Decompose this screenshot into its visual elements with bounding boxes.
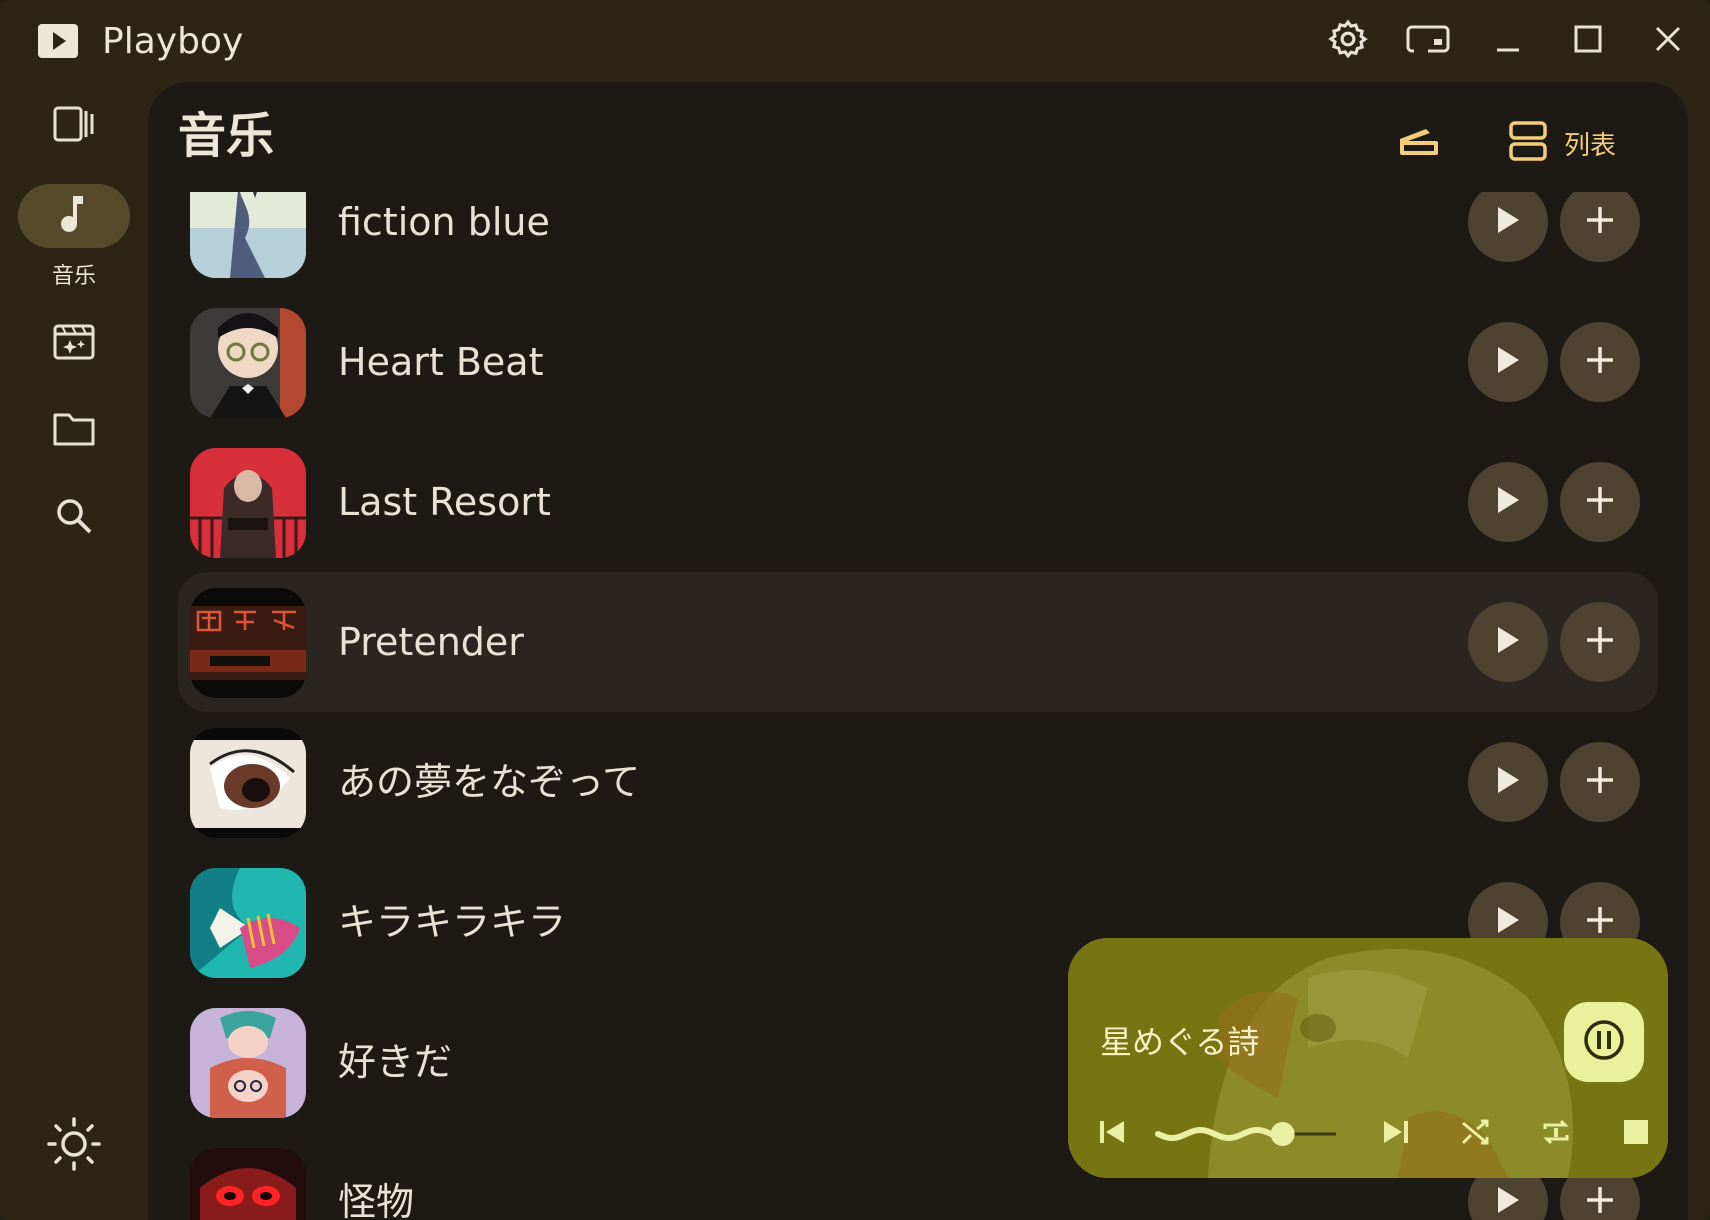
- app-window: Playboy 音乐 音乐 列表 fiction blue Heart Beat…: [0, 0, 1710, 1220]
- album-art: [190, 308, 306, 418]
- view-mode-label: 列表: [1564, 130, 1617, 161]
- play-icon: [1496, 906, 1520, 938]
- title-bar: Playboy: [0, 0, 1710, 82]
- add-to-queue-button[interactable]: [1560, 192, 1640, 262]
- shuffle-icon: [1459, 1115, 1493, 1153]
- song-title: Pretender: [338, 620, 524, 664]
- song-title: 好きだ: [338, 1040, 453, 1084]
- play-icon: [1496, 626, 1520, 658]
- stop-icon: [1622, 1118, 1650, 1150]
- now-playing-title: 星めぐる詩: [1100, 1023, 1260, 1061]
- add-to-queue-button[interactable]: [1560, 462, 1640, 542]
- maximize-button[interactable]: [1560, 16, 1616, 66]
- sidebar-item-search[interactable]: [18, 486, 130, 550]
- plus-icon: [1586, 766, 1614, 798]
- pause-circle-icon: [1582, 1018, 1626, 1066]
- mini-player[interactable]: 星めぐる詩: [1068, 938, 1668, 1178]
- gear-icon: [1326, 17, 1370, 65]
- progress-slider[interactable]: [1154, 1116, 1340, 1152]
- plus-icon: [1586, 486, 1614, 518]
- view-mode-button[interactable]: 列表: [1508, 114, 1616, 172]
- app-title: Playboy: [102, 21, 244, 62]
- play-song-button[interactable]: [1468, 742, 1548, 822]
- song-row[interactable]: Heart Beat: [178, 292, 1658, 432]
- plus-icon: [1586, 206, 1614, 238]
- page-title: 音乐: [178, 108, 275, 164]
- plus-icon: [1586, 906, 1614, 938]
- list-view-icon: [1508, 120, 1548, 166]
- song-row[interactable]: Last Resort: [178, 432, 1658, 572]
- album-art: [190, 868, 306, 978]
- song-row[interactable]: あの夢をなぞって: [178, 712, 1658, 852]
- maximize-icon: [1573, 24, 1603, 58]
- play-icon: [1496, 486, 1520, 518]
- sort-icon: [1396, 125, 1440, 163]
- song-title: 怪物: [338, 1180, 415, 1220]
- album-art: [190, 1008, 306, 1118]
- sort-button[interactable]: [1388, 116, 1448, 172]
- pause-button[interactable]: [1564, 1002, 1644, 1082]
- play-icon: [1496, 766, 1520, 798]
- music-note-icon: [59, 194, 89, 238]
- video-icon: [52, 322, 96, 366]
- stop-button[interactable]: [1612, 1110, 1660, 1158]
- play-icon: [1496, 206, 1520, 238]
- add-to-queue-button[interactable]: [1560, 602, 1640, 682]
- song-row[interactable]: fiction blue: [178, 192, 1658, 292]
- close-icon: [1653, 24, 1683, 58]
- shuffle-button[interactable]: [1452, 1110, 1500, 1158]
- previous-track-button[interactable]: [1088, 1110, 1136, 1158]
- album-art: [190, 588, 306, 698]
- sidebar-item-music[interactable]: 音乐: [18, 184, 130, 290]
- cast-icon: [1404, 19, 1452, 63]
- album-art: [190, 448, 306, 558]
- add-to-queue-button[interactable]: [1560, 742, 1640, 822]
- play-icon: [1496, 1186, 1520, 1218]
- theme-toggle-button[interactable]: [18, 1114, 130, 1178]
- play-song-button[interactable]: [1468, 192, 1548, 262]
- add-to-queue-button[interactable]: [1560, 322, 1640, 402]
- search-icon: [54, 496, 94, 540]
- song-title: キラキラキラ: [338, 900, 567, 944]
- album-art: [190, 728, 306, 838]
- song-row-highlighted[interactable]: Pretender: [178, 572, 1658, 712]
- sidebar-item-now-playing[interactable]: [18, 94, 130, 158]
- play-song-button[interactable]: [1468, 462, 1548, 542]
- skip-previous-icon: [1096, 1116, 1128, 1152]
- repeat-button[interactable]: [1532, 1110, 1580, 1158]
- plus-icon: [1586, 1186, 1614, 1218]
- play-song-button[interactable]: [1468, 602, 1548, 682]
- play-song-button[interactable]: [1468, 322, 1548, 402]
- close-button[interactable]: [1640, 16, 1696, 66]
- settings-button[interactable]: [1320, 16, 1376, 66]
- song-title: Last Resort: [338, 480, 551, 524]
- plus-icon: [1586, 346, 1614, 378]
- minimize-icon: [1493, 24, 1523, 58]
- album-art: [190, 192, 306, 278]
- mini-player-button[interactable]: [1400, 16, 1456, 66]
- nav-active-indicator: [18, 184, 130, 248]
- song-title: fiction blue: [338, 200, 550, 244]
- song-title: あの夢をなぞって: [338, 760, 641, 804]
- now-playing-icon: [52, 102, 96, 150]
- sidebar-item-label: 音乐: [51, 264, 96, 289]
- app-logo-icon: [38, 24, 78, 58]
- repeat-icon: [1539, 1115, 1573, 1153]
- skip-next-icon: [1380, 1116, 1412, 1152]
- next-track-button[interactable]: [1372, 1110, 1420, 1158]
- play-icon: [1496, 346, 1520, 378]
- album-art: [190, 1148, 306, 1220]
- plus-icon: [1586, 626, 1614, 658]
- sidebar-item-videos[interactable]: [18, 312, 130, 376]
- brightness-icon: [46, 1116, 102, 1176]
- sidebar: 音乐: [0, 82, 148, 1220]
- folder-icon: [52, 409, 96, 451]
- song-title: Heart Beat: [338, 340, 544, 384]
- minimize-button[interactable]: [1480, 16, 1536, 66]
- sidebar-item-folders[interactable]: [18, 398, 130, 462]
